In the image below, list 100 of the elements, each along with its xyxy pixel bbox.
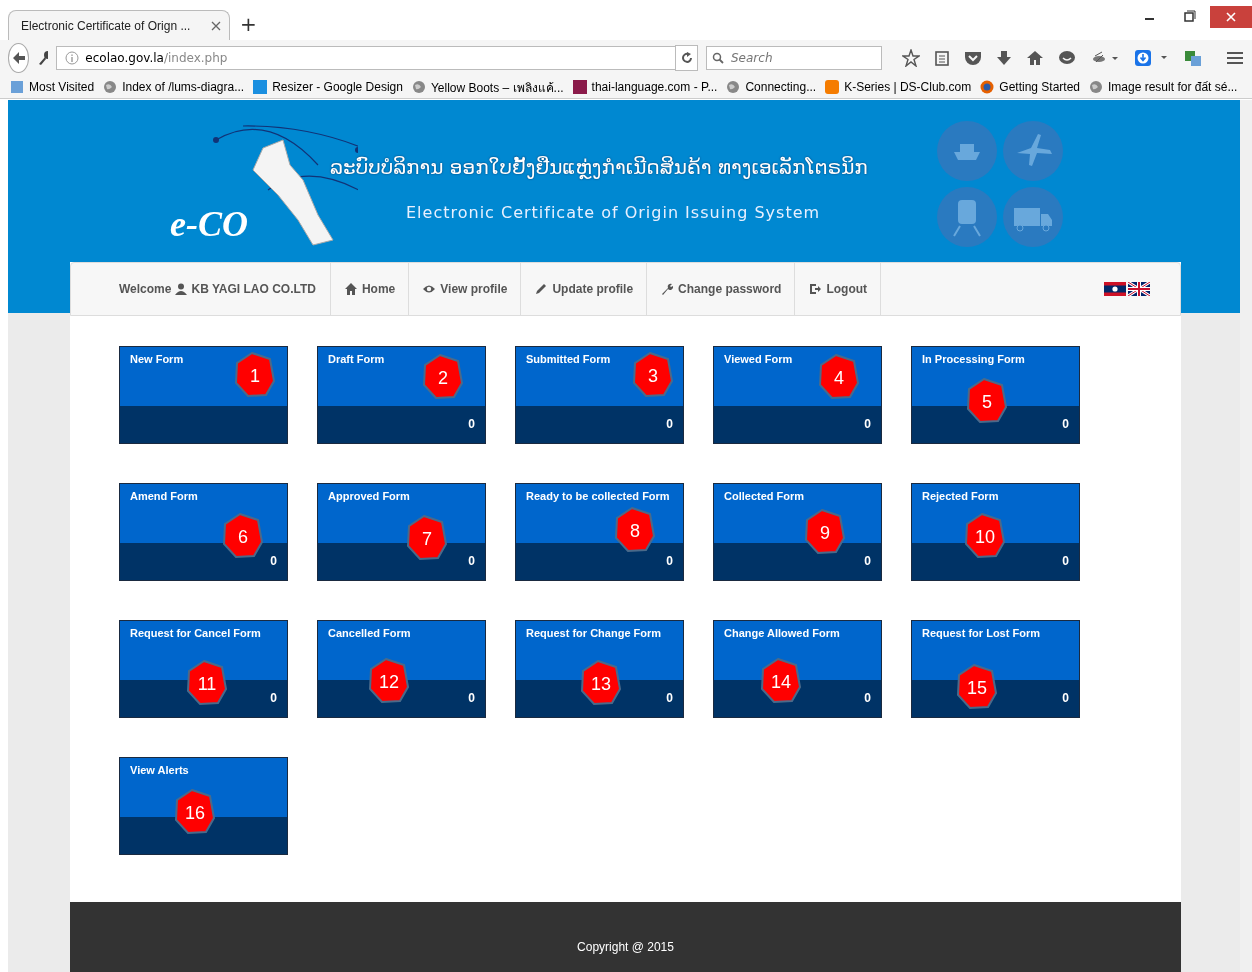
number-marker: 6 [218, 512, 268, 562]
tile-title: Ready to be collected Form [526, 490, 670, 502]
tile-count: 0 [864, 417, 871, 431]
truck-icon [1002, 186, 1064, 248]
number-marker: 11 [182, 659, 232, 709]
download-icon[interactable] [996, 50, 1012, 66]
copyright-text: Copyright @ 2015 [577, 940, 674, 954]
bookmark[interactable]: Image result for đất sé... [1089, 80, 1238, 94]
tile-count: 0 [1062, 691, 1069, 705]
globe-icon [726, 80, 741, 94]
home-icon [343, 282, 358, 296]
pocket-icon[interactable] [964, 50, 982, 66]
number-marker: 10 [960, 512, 1010, 562]
star-icon[interactable] [902, 49, 920, 67]
bookmark[interactable]: Most Visited [10, 80, 95, 94]
form-tile[interactable]: Request for Cancel Form 0 11 [119, 620, 288, 718]
clipboard-icon[interactable] [934, 50, 950, 66]
welcome-label: Welcome [119, 282, 172, 296]
nav-link[interactable]: View profile [409, 263, 522, 315]
tile-count: 0 [1062, 417, 1069, 431]
form-tile[interactable]: Collected Form 0 9 [713, 483, 882, 581]
tile-title: View Alerts [130, 764, 189, 776]
form-tile[interactable]: Submitted Form 0 3 [515, 346, 684, 444]
form-tile[interactable]: Approved Form 0 7 [317, 483, 486, 581]
tile-title: Request for Change Form [526, 627, 662, 639]
nav-link[interactable]: Home [330, 263, 410, 315]
close-icon [1226, 12, 1236, 22]
translate-icon[interactable] [1184, 49, 1202, 67]
number-marker: 16 [170, 788, 220, 838]
number-marker: 3 [628, 351, 678, 401]
search-field[interactable]: Search [706, 46, 882, 70]
logo-text: e-CO [170, 203, 248, 245]
number-marker: 14 [756, 657, 806, 707]
number-marker: 2 [418, 353, 468, 403]
uk-flag-icon[interactable] [1128, 282, 1150, 296]
form-tile[interactable]: View Alerts 16 [119, 757, 288, 855]
site-icon [572, 80, 587, 94]
form-tile[interactable]: Change Allowed Form 0 14 [713, 620, 882, 718]
tile-count: 0 [270, 554, 277, 568]
bookmark[interactable]: thai-language.com - P... [572, 80, 718, 94]
tile-count: 0 [666, 691, 673, 705]
site-icon [825, 80, 840, 94]
browser-tab[interactable]: Electronic Certificate of Orign ... [8, 10, 230, 40]
lao-flag-icon[interactable] [1104, 282, 1126, 296]
tile-count: 0 [468, 554, 475, 568]
form-tile[interactable]: Draft Form 0 2 [317, 346, 486, 444]
train-icon [936, 186, 998, 248]
tile-count: 0 [666, 417, 673, 431]
home-icon[interactable] [1026, 50, 1044, 66]
form-tile[interactable]: Request for Lost Form 0 15 [911, 620, 1080, 718]
tile-title: New Form [130, 353, 184, 365]
form-tile[interactable]: Cancelled Form 0 12 [317, 620, 486, 718]
tile-title: Draft Form [328, 353, 385, 365]
tile-count: 0 [864, 554, 871, 568]
url-text[interactable]: ecolao.gov.la/index.php [85, 51, 228, 65]
new-tab-button[interactable]: + [240, 12, 257, 36]
bookmark[interactable]: K-Series | DS-Club.com [825, 80, 972, 94]
form-tile[interactable]: Rejected Form 0 10 [911, 483, 1080, 581]
globe-icon [411, 80, 426, 94]
system-title: ລະບົບບໍລິການ ອອກໃບຢັ້ງຢືນແຫຼ່ງກຳເນີດສິນຄ້າ ທາງເອເລັກໂຕຣນິກ [330, 155, 868, 179]
form-tile[interactable]: Ready to be collected Form 0 8 [515, 483, 684, 581]
reload-button[interactable] [675, 45, 698, 71]
tile-title: Rejected Form [922, 490, 999, 502]
form-tile[interactable]: In Processing Form 0 5 [911, 346, 1080, 444]
number-marker: 12 [364, 657, 414, 707]
download-circle-icon[interactable] [1134, 49, 1170, 67]
bookmark[interactable]: Connecting... [726, 80, 817, 94]
tile-count: 0 [666, 554, 673, 568]
user-icon [175, 283, 188, 295]
close-icon[interactable] [211, 20, 221, 31]
close-window-button[interactable] [1210, 6, 1252, 28]
back-button[interactable] [8, 43, 30, 73]
wrench-icon [660, 282, 675, 296]
chat-icon[interactable] [1058, 50, 1076, 66]
number-marker: 4 [814, 353, 864, 403]
site-icon [253, 80, 268, 94]
number-marker: 8 [610, 506, 660, 556]
bookmark[interactable]: Yellow Boots – เพลิงแค้... [411, 77, 564, 97]
bookmark[interactable]: Resizer - Google Design [253, 80, 403, 94]
tile-count: 0 [1062, 554, 1069, 568]
bookmark-folder-icon [10, 80, 24, 94]
pencil-icon [534, 282, 549, 296]
key-icon[interactable] [37, 50, 49, 66]
menu-icon[interactable] [1226, 50, 1244, 66]
form-tile[interactable]: Request for Change Form 0 13 [515, 620, 684, 718]
bookmark[interactable]: Getting Started [980, 80, 1080, 94]
tile-title: Collected Form [724, 490, 805, 502]
tile-title: Request for Lost Form [922, 627, 1040, 639]
form-tile[interactable]: Viewed Form 0 4 [713, 346, 882, 444]
form-tile[interactable]: Amend Form 0 6 [119, 483, 288, 581]
nav-link[interactable]: Update profile [521, 263, 648, 315]
tile-title: Submitted Form [526, 353, 611, 365]
nav-link[interactable]: Change password [647, 263, 796, 315]
nav-link[interactable]: Logout [795, 263, 882, 315]
system-subtitle: Electronic Certificate of Origin Issuing System [406, 203, 821, 222]
form-tile[interactable]: New Form 1 [119, 346, 288, 444]
bookmark[interactable]: Index of /lums-diagra... [103, 80, 245, 94]
globe-icon [103, 80, 118, 94]
number-marker: 5 [962, 377, 1012, 427]
tile-title: Cancelled Form [328, 627, 411, 639]
